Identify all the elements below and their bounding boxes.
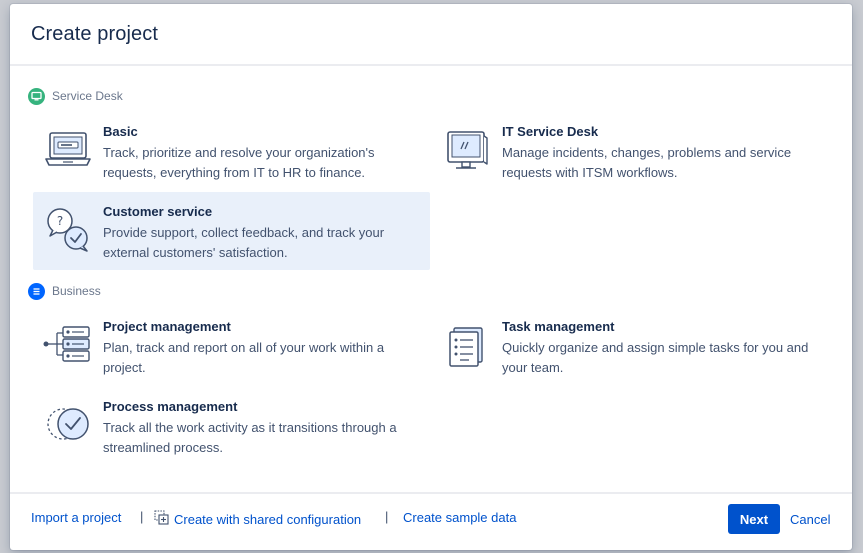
svg-text:?: ?	[57, 214, 63, 228]
option-description: Track all the work activity as it transi…	[103, 420, 397, 455]
option-title: Project management	[103, 319, 231, 334]
copy-plus-icon	[154, 510, 169, 528]
import-project-link[interactable]: Import a project	[31, 510, 121, 525]
workflow-icon	[43, 319, 93, 369]
check-circle-icon	[43, 399, 93, 449]
section-label-service-desk: Service Desk	[28, 87, 123, 105]
section-label-text: Business	[52, 284, 101, 298]
option-title: Process management	[103, 399, 238, 414]
laptop-icon	[43, 124, 93, 174]
create-sample-data-link[interactable]: Create sample data	[403, 510, 516, 525]
option-description: Quickly organize and assign simple tasks…	[502, 340, 809, 375]
dialog-title: Create project	[31, 23, 159, 45]
option-description: Manage incidents, changes, problems and …	[502, 145, 792, 180]
monitor-icon	[28, 87, 45, 105]
option-title: IT Service Desk	[502, 124, 599, 139]
option-customer-service[interactable]: ? Customer service Provide support, coll…	[33, 192, 430, 270]
option-title: Task management	[502, 319, 615, 334]
dialog-footer: Import a project | Create with shared co…	[10, 492, 852, 550]
footer-separator: |	[385, 509, 389, 524]
monitor-icon	[442, 124, 492, 174]
footer-separator: |	[140, 509, 144, 524]
option-task-management[interactable]: Task management Quickly organize and ass…	[432, 307, 829, 385]
create-shared-config-label: Create with shared configuration	[174, 511, 362, 527]
option-description: Provide support, collect feedback, and t…	[103, 225, 385, 260]
chat-bubbles-icon: ?	[43, 204, 93, 254]
create-project-dialog: Create project Service Desk Basic Track,…	[10, 4, 852, 550]
checklist-icon	[442, 319, 492, 369]
option-description: Plan, track and report on all of your wo…	[103, 340, 385, 375]
dialog-header: Create project	[10, 4, 852, 66]
option-it-service-desk[interactable]: IT Service Desk Manage incidents, change…	[432, 112, 829, 190]
option-project-management[interactable]: Project management Plan, track and repor…	[33, 307, 430, 385]
option-title: Customer service	[103, 204, 213, 219]
option-process-management[interactable]: Process management Track all the work ac…	[33, 387, 430, 465]
option-basic[interactable]: Basic Track, prioritize and resolve your…	[33, 112, 430, 190]
next-button[interactable]: Next	[728, 504, 780, 534]
list-icon	[28, 282, 45, 300]
cancel-button[interactable]: Cancel	[786, 504, 834, 534]
option-title: Basic	[103, 124, 138, 139]
create-shared-config-link[interactable]: Create with shared configuration	[154, 510, 361, 528]
section-label-text: Service Desk	[52, 89, 123, 103]
section-label-business: Business	[28, 282, 101, 300]
option-description: Track, prioritize and resolve your organ…	[103, 145, 375, 180]
